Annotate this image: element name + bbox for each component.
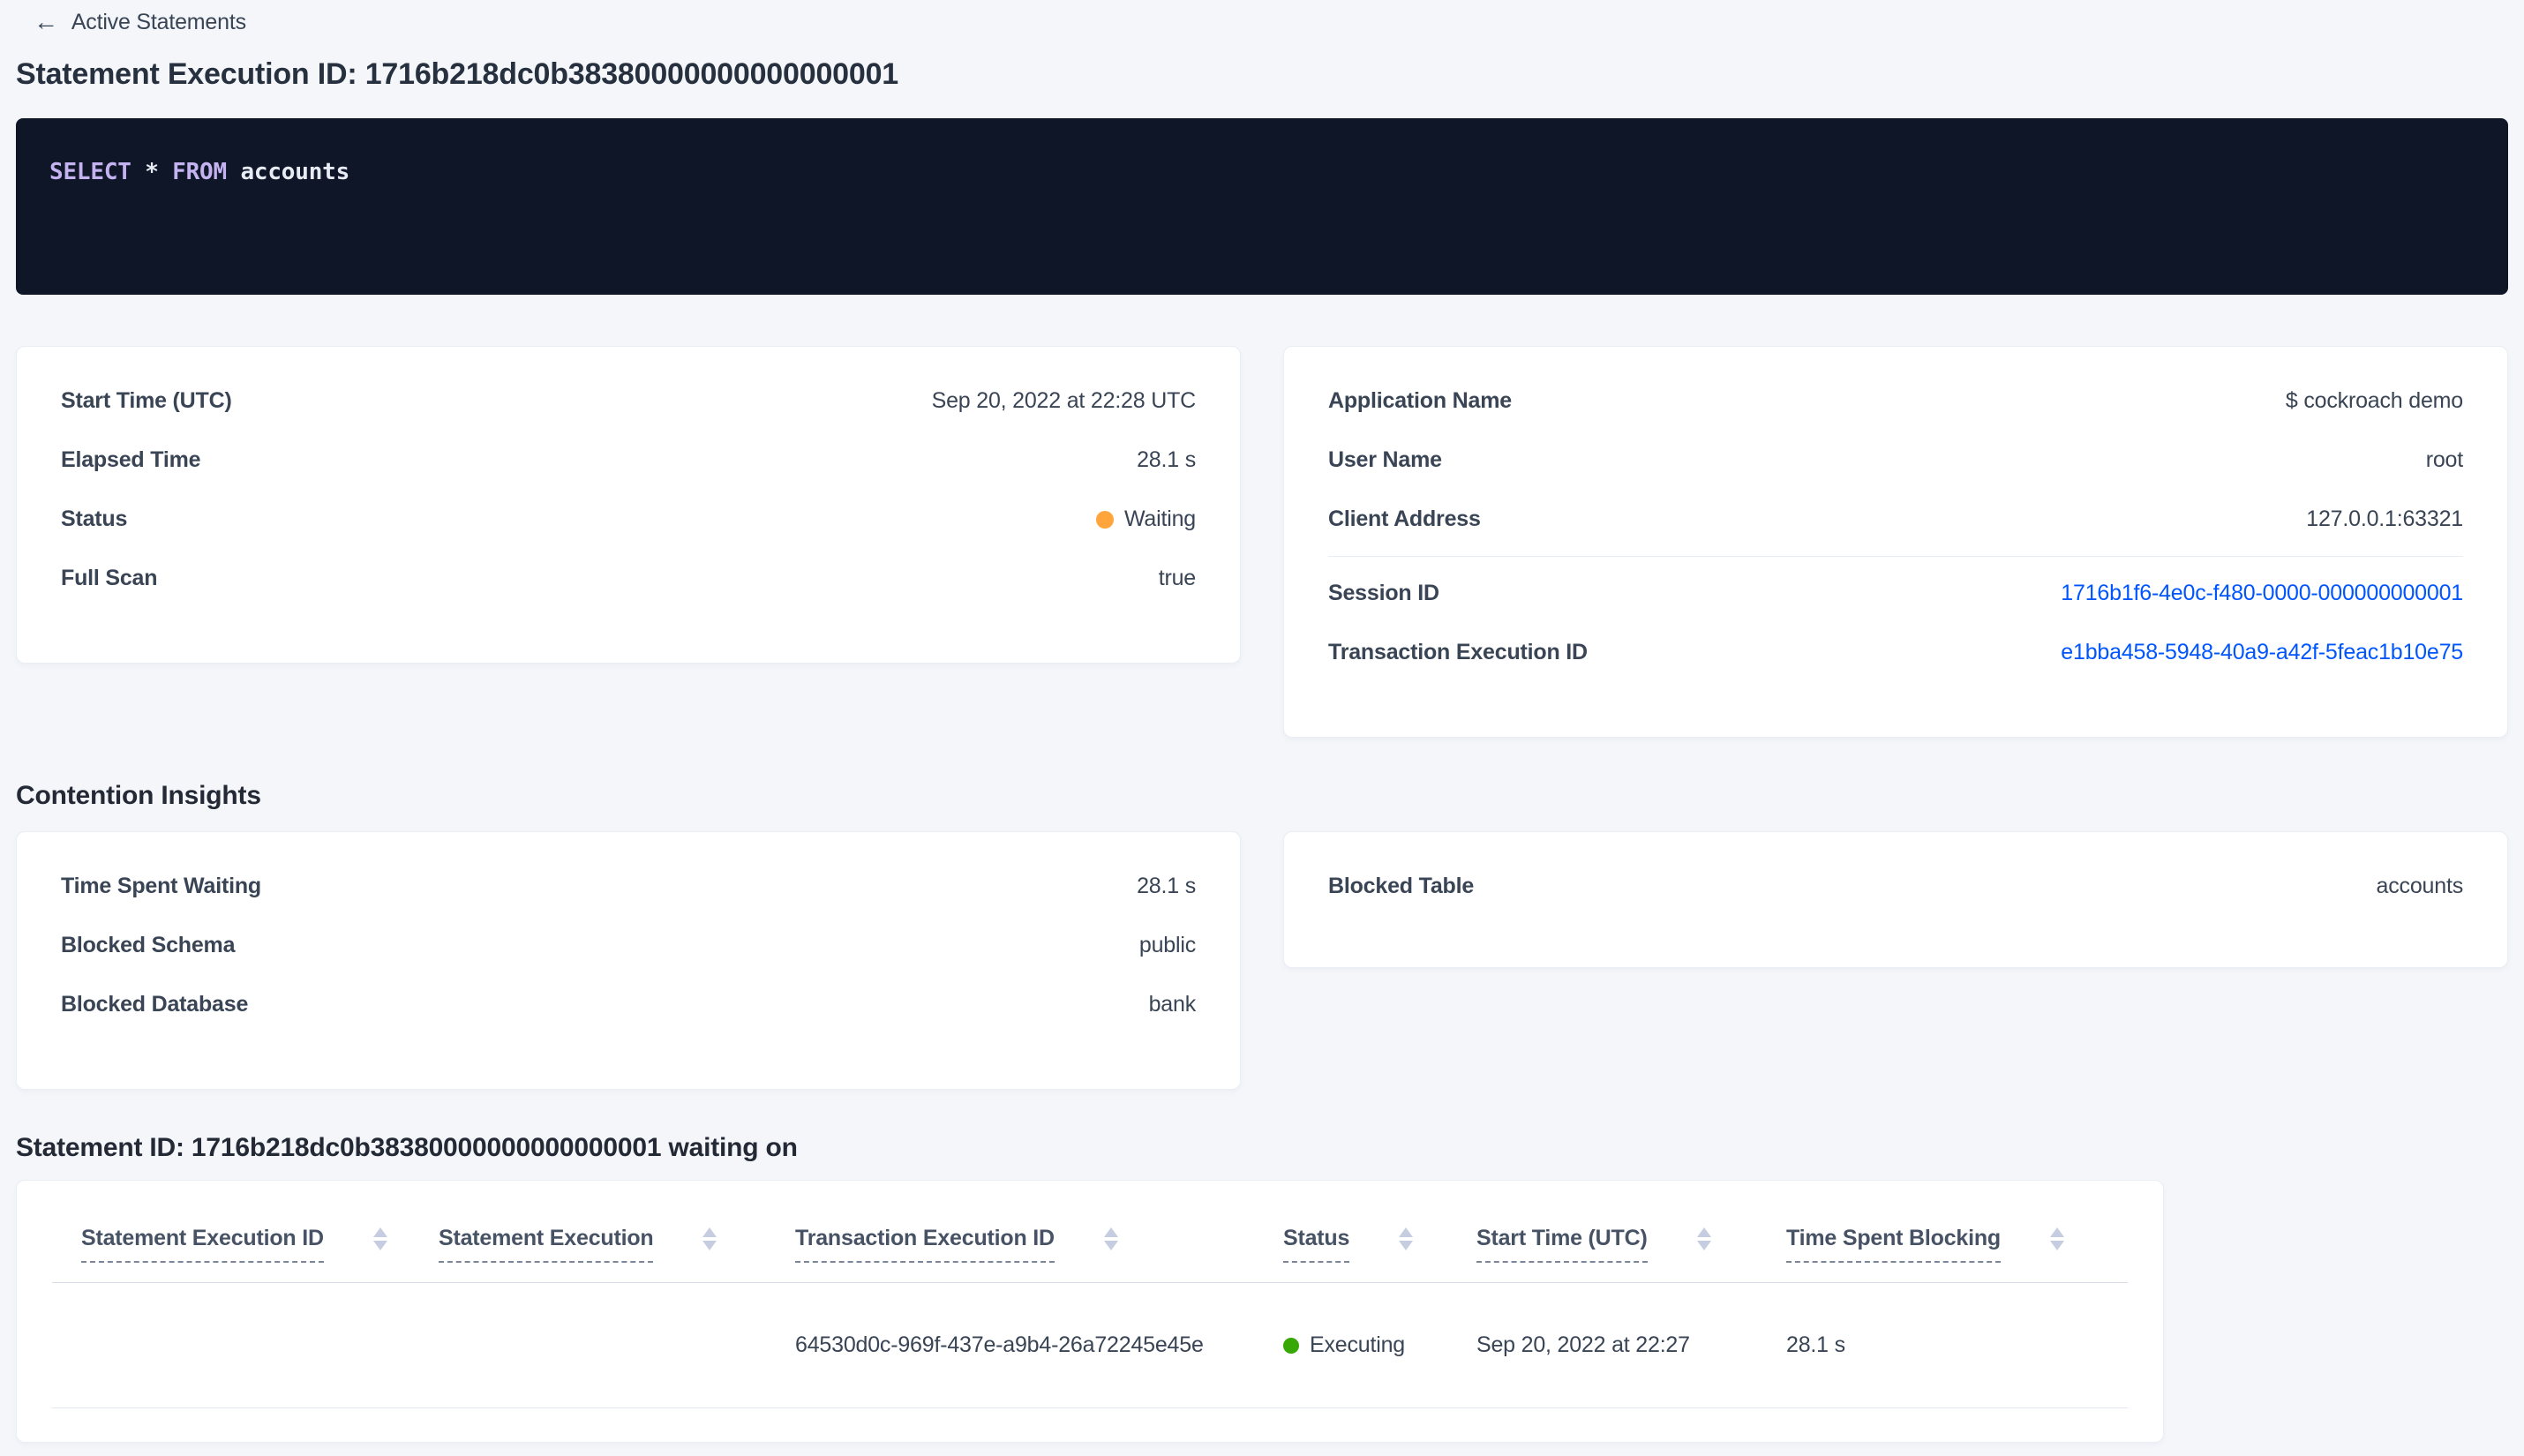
sql-keyword-select: SELECT <box>49 159 131 185</box>
sort-icon <box>1696 1227 1711 1250</box>
time-spent-waiting-row: Time Spent Waiting 28.1 s <box>61 857 1196 916</box>
client-address-value: 127.0.0.1:63321 <box>2306 507 2463 531</box>
transaction-execution-id-label: Transaction Execution ID <box>1328 640 1588 664</box>
blocked-schema-row: Blocked Schema public <box>61 916 1196 975</box>
column-label: Status <box>1283 1225 1349 1263</box>
blocked-table-row: Blocked Table accounts <box>1328 857 2463 916</box>
sql-statement-box: SELECT * FROM accounts <box>16 118 2508 295</box>
page-title: Statement Execution ID: 1716b218dc0b3838… <box>16 57 898 91</box>
status-row: Status Waiting <box>61 490 1196 549</box>
start-time-row: Start Time (UTC) Sep 20, 2022 at 22:28 U… <box>61 372 1196 431</box>
cell-time-spent-blocking: 28.1 s <box>1786 1282 2128 1408</box>
cell-statement-execution-id <box>52 1282 439 1408</box>
elapsed-time-row: Elapsed Time 28.1 s <box>61 431 1196 490</box>
sort-icon <box>1103 1227 1118 1250</box>
session-id-row: Session ID 1716b1f6-4e0c-f480-0000-00000… <box>1328 564 2463 623</box>
session-id-label: Session ID <box>1328 581 1439 605</box>
elapsed-time-value: 28.1 s <box>1137 447 1196 472</box>
sql-star: * <box>145 159 159 185</box>
full-scan-label: Full Scan <box>61 566 158 590</box>
blocked-database-row: Blocked Database bank <box>61 975 1196 1034</box>
column-header-status[interactable]: Status <box>1283 1181 1476 1283</box>
statement-execution-page: ← Active Statements Statement Execution … <box>0 0 2524 1443</box>
column-label: Time Spent Blocking <box>1786 1225 2001 1263</box>
column-label: Transaction Execution ID <box>795 1225 1055 1263</box>
application-name-label: Application Name <box>1328 388 1512 413</box>
blocked-table-label: Blocked Table <box>1328 874 1475 898</box>
status-label: Status <box>61 507 128 531</box>
full-scan-row: Full Scan true <box>61 549 1196 608</box>
time-spent-waiting-label: Time Spent Waiting <box>61 874 261 898</box>
transaction-execution-id-link[interactable]: e1bba458-5948-40a9-a42f-5feac1b10e75 <box>2061 640 2463 665</box>
client-address-label: Client Address <box>1328 507 1481 531</box>
execution-details-card: Start Time (UTC) Sep 20, 2022 at 22:28 U… <box>16 346 1241 664</box>
session-details-card: Application Name $ cockroach demo User N… <box>1283 346 2508 738</box>
transaction-execution-id-row: Transaction Execution ID e1bba458-5948-4… <box>1328 623 2463 682</box>
back-link-label: Active Statements <box>71 9 246 34</box>
column-header-statement-execution-id[interactable]: Statement Execution ID <box>52 1181 439 1283</box>
contention-details-card: Time Spent Waiting 28.1 s Blocked Schema… <box>16 831 1241 1090</box>
column-header-start-time[interactable]: Start Time (UTC) <box>1476 1181 1786 1283</box>
status-value: Waiting <box>1095 507 1196 532</box>
table-row: 64530d0c-969f-437e-a9b4-26a72245e45e Exe… <box>52 1282 2128 1408</box>
blocked-table-value: accounts <box>2376 874 2464 898</box>
sort-icon <box>702 1227 717 1250</box>
full-scan-value: true <box>1158 566 1196 590</box>
start-time-label: Start Time (UTC) <box>61 388 232 413</box>
blocked-schema-label: Blocked Schema <box>61 933 236 957</box>
user-name-row: User Name root <box>1328 431 2463 490</box>
sort-icon <box>1399 1227 1414 1250</box>
column-header-transaction-execution-id[interactable]: Transaction Execution ID <box>795 1181 1283 1283</box>
blocked-schema-value: public <box>1138 933 1196 957</box>
start-time-value: Sep 20, 2022 at 22:28 UTC <box>931 388 1197 413</box>
blocked-database-label: Blocked Database <box>61 992 249 1017</box>
time-spent-waiting-value: 28.1 s <box>1137 874 1196 898</box>
application-name-row: Application Name $ cockroach demo <box>1328 372 2463 431</box>
status-waiting-text: Waiting <box>1123 507 1196 531</box>
column-header-time-spent-blocking[interactable]: Time Spent Blocking <box>1786 1181 2128 1283</box>
user-name-label: User Name <box>1328 447 1442 472</box>
status-executing-dot-icon <box>1283 1337 1299 1354</box>
contention-insights-heading: Contention Insights <box>16 781 261 810</box>
blocked-table-card: Blocked Table accounts <box>1283 831 2508 968</box>
contention-cards-row: Time Spent Waiting 28.1 s Blocked Schema… <box>16 831 2508 1090</box>
blocked-database-value: bank <box>1148 992 1197 1017</box>
card-divider <box>1328 556 2463 557</box>
status-waiting-dot-icon <box>1095 510 1114 529</box>
client-address-row: Client Address 127.0.0.1:63321 <box>1328 490 2463 549</box>
cell-status: Executing <box>1283 1282 1476 1408</box>
sort-icon <box>372 1227 387 1250</box>
cell-statement-execution <box>439 1282 795 1408</box>
application-name-value: $ cockroach demo <box>2285 388 2463 413</box>
table-header-row: Statement Execution ID Statement Executi… <box>52 1181 2128 1283</box>
waiting-on-table: Statement Execution ID Statement Executi… <box>52 1181 2128 1408</box>
waiting-on-table-card: Statement Execution ID Statement Executi… <box>16 1180 2164 1443</box>
sql-statement-text: SELECT * FROM accounts <box>49 159 349 185</box>
cell-start-time: Sep 20, 2022 at 22:27 <box>1476 1282 1786 1408</box>
column-label: Start Time (UTC) <box>1476 1225 1648 1263</box>
back-link-active-statements[interactable]: ← Active Statements <box>34 7 246 37</box>
back-arrow-icon: ← <box>34 8 58 35</box>
sort-icon <box>2050 1227 2065 1250</box>
status-executing-text: Executing <box>1310 1332 1405 1357</box>
overview-cards-row: Start Time (UTC) Sep 20, 2022 at 22:28 U… <box>16 346 2508 738</box>
session-id-link[interactable]: 1716b1f6-4e0c-f480-0000-000000000001 <box>2061 581 2463 606</box>
column-label: Statement Execution <box>439 1225 654 1263</box>
elapsed-time-label: Elapsed Time <box>61 447 201 472</box>
column-label: Statement Execution ID <box>81 1225 324 1263</box>
sql-table-name: accounts <box>240 159 350 185</box>
column-header-statement-execution[interactable]: Statement Execution <box>439 1181 795 1283</box>
cell-transaction-execution-id: 64530d0c-969f-437e-a9b4-26a72245e45e <box>795 1282 1283 1408</box>
user-name-value: root <box>2425 447 2463 472</box>
waiting-on-heading: Statement ID: 1716b218dc0b38380000000000… <box>16 1133 798 1162</box>
sql-keyword-from: FROM <box>172 159 227 185</box>
